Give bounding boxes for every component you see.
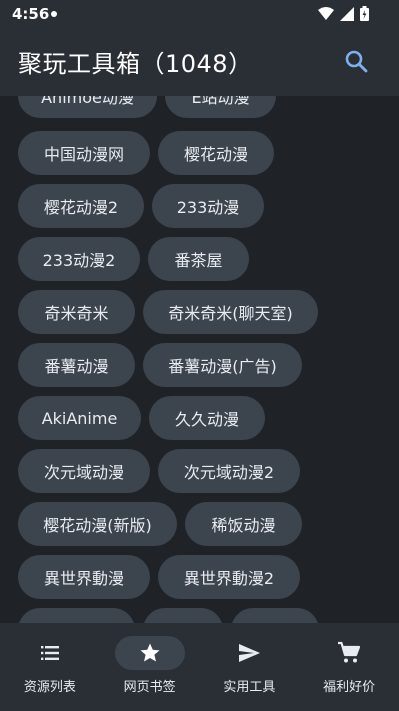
- bookmark-chip[interactable]: 奇米奇米: [18, 290, 135, 334]
- nav-label: 资源列表: [23, 680, 76, 695]
- bookmark-chip[interactable]: 次元域动漫2: [158, 449, 300, 493]
- bookmark-chip[interactable]: 番薯动漫: [18, 343, 135, 387]
- app-bar: 聚玩工具箱（1048）: [0, 28, 399, 96]
- status-time: 4:56: [12, 5, 50, 23]
- bookmark-chip[interactable]: 樱花动漫: [158, 131, 274, 175]
- bookmark-chip[interactable]: 番茶屋: [148, 237, 249, 281]
- wifi-icon: [318, 6, 334, 20]
- bookmark-chip[interactable]: 稀饭动漫: [185, 502, 302, 546]
- battery-icon: [360, 6, 369, 21]
- bookmark-chip[interactable]: E站动漫: [165, 96, 276, 118]
- bookmark-chip[interactable]: 次元域动漫: [18, 449, 150, 493]
- bookmark-chip[interactable]: AkiAnime: [18, 396, 141, 440]
- bookmark-chip[interactable]: 異世界動漫: [18, 555, 150, 599]
- bookmark-chip[interactable]: 樱花动漫(新版): [18, 502, 177, 546]
- search-button[interactable]: [343, 48, 371, 76]
- status-bar: 4:56: [0, 0, 399, 28]
- nav-label: 福利好价: [323, 680, 376, 695]
- bookmark-chip[interactable]: 233动漫2: [18, 237, 140, 281]
- bookmark-chip-partial[interactable]: [231, 608, 319, 623]
- bookmark-chip[interactable]: 中国动漫网: [18, 131, 150, 175]
- bookmark-chip[interactable]: Animoe动漫: [18, 96, 157, 118]
- nav-label: 网页书签: [123, 680, 176, 695]
- search-icon: [345, 50, 368, 73]
- bottom-navigation: 资源列表 网页书签 实用工具 福利好价: [0, 623, 399, 711]
- list-icon: [40, 646, 59, 660]
- bookmark-chip[interactable]: 久久动漫: [149, 396, 265, 440]
- star-icon: [140, 643, 160, 662]
- nav-item-deals[interactable]: 福利好价: [299, 623, 399, 711]
- bookmark-chip[interactable]: 番薯动漫(广告): [143, 343, 302, 387]
- bookmark-chip-list[interactable]: Animoe动漫 E站动漫 中国动漫网 樱花动漫 樱花动漫2 233动漫 233…: [0, 96, 399, 623]
- signal-icon: [340, 6, 354, 21]
- bookmark-chip[interactable]: 奇米奇米(聊天室): [143, 290, 318, 334]
- bookmark-chip[interactable]: 異世界動漫2: [158, 555, 300, 599]
- nav-item-resource-list[interactable]: 资源列表: [0, 623, 100, 711]
- bookmark-chip[interactable]: 233动漫: [152, 184, 264, 228]
- notification-dot-icon: [51, 11, 57, 17]
- nav-item-utilities[interactable]: 实用工具: [200, 623, 300, 711]
- send-icon: [239, 644, 261, 662]
- nav-item-web-bookmarks[interactable]: 网页书签: [100, 623, 200, 711]
- page-title: 聚玩工具箱（1048）: [18, 50, 253, 78]
- status-icons: [318, 6, 369, 21]
- bookmark-chip[interactable]: 樱花动漫2: [18, 184, 144, 228]
- bookmark-chip-partial[interactable]: [18, 608, 135, 623]
- cart-icon: [338, 641, 361, 663]
- nav-label: 实用工具: [223, 680, 276, 695]
- bookmark-chip-partial[interactable]: [143, 608, 223, 623]
